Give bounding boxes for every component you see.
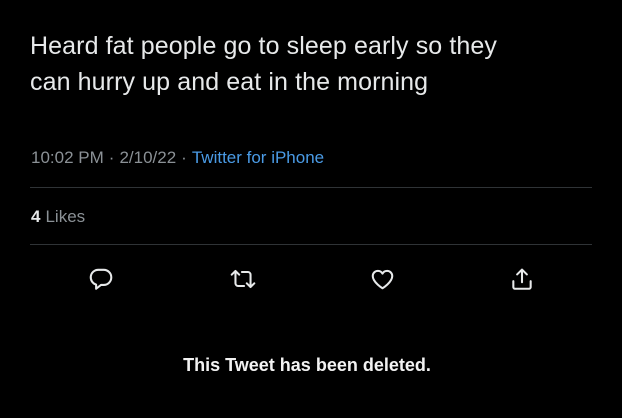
tweet-metadata: 10:02 PM · 2/10/22 · Twitter for iPhone — [31, 146, 324, 170]
tweet-text: Heard fat people go to sleep early so th… — [30, 28, 600, 100]
share-icon — [512, 268, 532, 290]
tweet-text-line-1: Heard fat people go to sleep early so th… — [30, 32, 497, 60]
likes-label: Likes — [45, 207, 86, 226]
retweet-button[interactable] — [226, 262, 260, 296]
tweet-time[interactable]: 10:02 PM — [31, 148, 104, 167]
separator-dot: · — [181, 148, 187, 167]
like-icon — [371, 269, 393, 290]
reply-icon — [89, 268, 113, 290]
divider — [30, 244, 592, 245]
reply-button[interactable] — [84, 262, 118, 296]
separator-dot: · — [108, 148, 115, 167]
divider — [30, 187, 592, 188]
tweet-text-line-2: can hurry up and eat in the morning — [30, 68, 429, 96]
tweet-action-bar — [0, 262, 622, 296]
likes-stat[interactable]: 4 Likes — [31, 205, 85, 229]
likes-count: 4 — [31, 207, 41, 226]
tweet-source-link[interactable]: Twitter for iPhone — [192, 148, 324, 167]
retweet-icon — [230, 269, 256, 289]
like-button[interactable] — [365, 262, 399, 296]
share-button[interactable] — [505, 262, 539, 296]
deleted-tweet-notice: This Tweet has been deleted. — [183, 355, 431, 375]
tweet-date[interactable]: 2/10/22 — [119, 148, 176, 167]
